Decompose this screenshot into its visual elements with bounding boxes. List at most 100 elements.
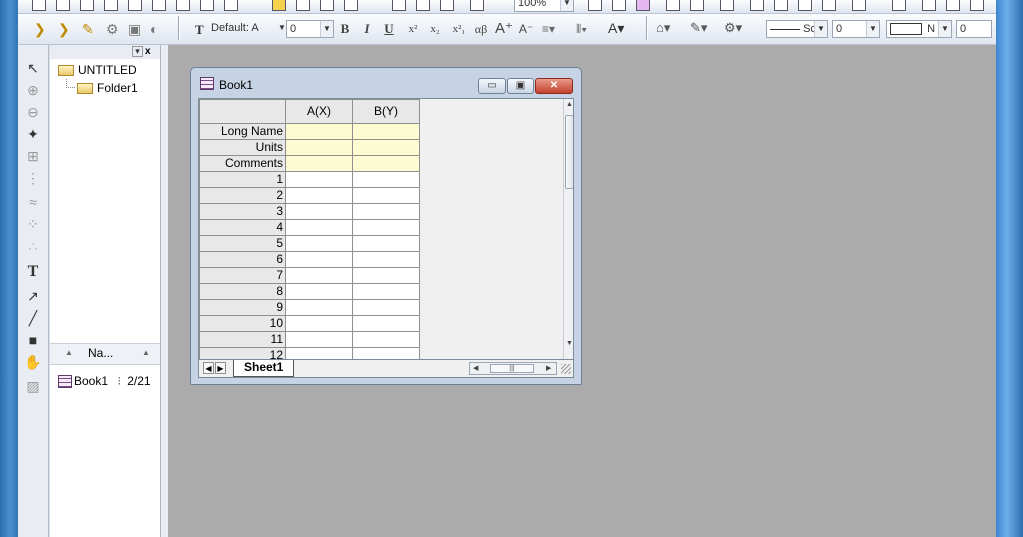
color-icon[interactable] (636, 0, 650, 11)
scroll-down-icon[interactable]: ▼ (566, 340, 573, 347)
command-window-icon[interactable] (798, 0, 812, 11)
tab-prev-icon[interactable]: ◀ (203, 362, 214, 374)
underline-button[interactable]: U (382, 20, 396, 38)
arrange-icon[interactable] (892, 0, 906, 11)
region-tool-icon[interactable]: ▨ (24, 377, 42, 395)
cell[interactable] (285, 347, 353, 359)
decrease-font-button[interactable]: A⁻ (516, 20, 536, 38)
new-function-icon[interactable] (176, 0, 190, 11)
cell[interactable] (352, 123, 420, 140)
new-matrix-icon[interactable] (152, 0, 166, 11)
column-header-a[interactable]: A(X) (285, 99, 353, 124)
print-icon[interactable] (344, 0, 358, 11)
cell[interactable] (352, 251, 420, 268)
pointer-icon[interactable]: ↖ (24, 59, 42, 77)
new-graph-icon[interactable] (128, 0, 142, 11)
new-excel-icon[interactable] (104, 0, 118, 11)
scrollbar-thumb[interactable] (565, 115, 573, 189)
cell[interactable] (285, 235, 353, 252)
font-combo[interactable]: Default: A ▼ (208, 20, 288, 38)
rescale-icon[interactable] (588, 0, 602, 11)
zoom-in-icon[interactable]: ⊕ (24, 81, 42, 99)
column-icon[interactable] (392, 0, 406, 11)
cell[interactable] (352, 267, 420, 284)
row-header-long-name[interactable]: Long Name (199, 123, 286, 140)
book1-window[interactable]: Book1 ▭ ▣ ✕ A(X) B(Y) Long Name Units Co… (190, 67, 582, 385)
add-column-icon[interactable] (416, 0, 430, 11)
close-button[interactable]: ✕ (535, 78, 573, 94)
font-size-combo[interactable]: 0 ▼ (286, 20, 334, 38)
folder-new-icon[interactable]: ❯ (58, 21, 70, 38)
scrollbar-thumb[interactable]: ||| (490, 364, 534, 373)
italic-button[interactable]: I (360, 20, 374, 38)
worksheet-grid[interactable]: A(X) B(Y) Long Name Units Comments 1 2 3… (198, 98, 574, 360)
row-header[interactable]: 7 (199, 267, 286, 284)
left-justify-icon[interactable]: ≡▾ (542, 22, 555, 36)
font-color-icon[interactable]: A▾ (608, 20, 624, 37)
script-window-icon[interactable] (774, 0, 788, 11)
new-folder-icon[interactable] (56, 0, 70, 11)
border-combo[interactable]: N ▼ (886, 20, 952, 38)
close-pane-icon[interactable]: x (145, 46, 151, 57)
hand-tool-icon[interactable]: ✋ (24, 353, 42, 371)
tree-root[interactable]: UNTITLED (58, 62, 137, 78)
tree-folder1[interactable]: Folder1 (77, 80, 138, 96)
row-header-comments[interactable]: Comments (199, 155, 286, 172)
greek-button[interactable]: αβ (470, 20, 492, 38)
increase-font-button[interactable]: A⁺ (494, 20, 514, 38)
plot-details-icon[interactable] (750, 0, 764, 11)
row-header[interactable]: 5 (199, 235, 286, 252)
code-builder-icon[interactable] (666, 0, 680, 11)
text-tool-icon[interactable]: T (24, 263, 42, 281)
cell[interactable] (285, 187, 353, 204)
pattern-icon[interactable]: ⚙▾ (724, 20, 742, 36)
row-header[interactable]: 12 (199, 347, 286, 359)
sort-up-icon[interactable]: ▲ (65, 348, 73, 357)
arrow-tool-icon[interactable]: ↗ (24, 287, 42, 305)
scroll-up-icon[interactable]: ▲ (566, 101, 573, 108)
row-header[interactable]: 3 (199, 203, 286, 220)
open-icon[interactable] (272, 0, 286, 11)
save-icon[interactable] (296, 0, 310, 11)
tile-horizontal-icon[interactable] (922, 0, 936, 11)
cell[interactable] (352, 235, 420, 252)
superscript-button[interactable]: x² (404, 20, 422, 38)
rectangle-tool-icon[interactable]: ■ (24, 331, 42, 349)
vertical-scrollbar[interactable]: ▲ ▼ (563, 99, 573, 359)
new-notes-icon[interactable] (224, 0, 238, 11)
import-multiple-icon[interactable]: ◐ (150, 21, 158, 37)
cell[interactable] (285, 267, 353, 284)
data-selector-icon[interactable]: ⋮ (24, 169, 42, 187)
zoom-out-icon[interactable]: ⊖ (24, 103, 42, 121)
column-select-icon[interactable]: ⦀▾ (576, 22, 587, 37)
line-style-combo[interactable]: Sc ▼ (766, 20, 828, 38)
row-header[interactable]: 1 (199, 171, 286, 188)
cell[interactable] (352, 299, 420, 316)
regional-selector-icon[interactable]: ⁘ (24, 215, 42, 233)
row-header-units[interactable]: Units (199, 139, 286, 156)
row-header[interactable]: 9 (199, 299, 286, 316)
cell[interactable] (285, 171, 353, 188)
tab-next-icon[interactable]: ▶ (215, 362, 226, 374)
resize-grip-icon[interactable] (561, 364, 571, 374)
subscript-button[interactable]: x₂ (426, 20, 444, 38)
fill-color-icon[interactable]: ⌂▾ (656, 20, 670, 36)
refresh-icon[interactable] (470, 0, 484, 11)
cell[interactable] (285, 299, 353, 316)
rows-icon[interactable] (440, 0, 454, 11)
results-log-icon[interactable] (690, 0, 704, 11)
sort-up-icon[interactable]: ▲ (142, 348, 150, 357)
new-project-icon[interactable] (32, 0, 46, 11)
supersubscript-button[interactable]: x²₁ (448, 20, 470, 38)
cascade-icon[interactable] (970, 0, 984, 11)
line-width-combo[interactable]: 0 ▼ (832, 20, 880, 38)
cell[interactable] (352, 203, 420, 220)
folder-open-icon[interactable]: ✎ (82, 21, 94, 38)
window-titlebar[interactable]: Book1 ▭ ▣ ✕ (191, 68, 581, 98)
cell[interactable] (352, 155, 420, 172)
cell[interactable] (352, 331, 420, 348)
layer-icon[interactable] (612, 0, 626, 11)
scroll-right-icon[interactable]: ▶ (546, 364, 551, 372)
maximize-button[interactable]: ▣ (507, 78, 534, 94)
cell[interactable] (352, 171, 420, 188)
